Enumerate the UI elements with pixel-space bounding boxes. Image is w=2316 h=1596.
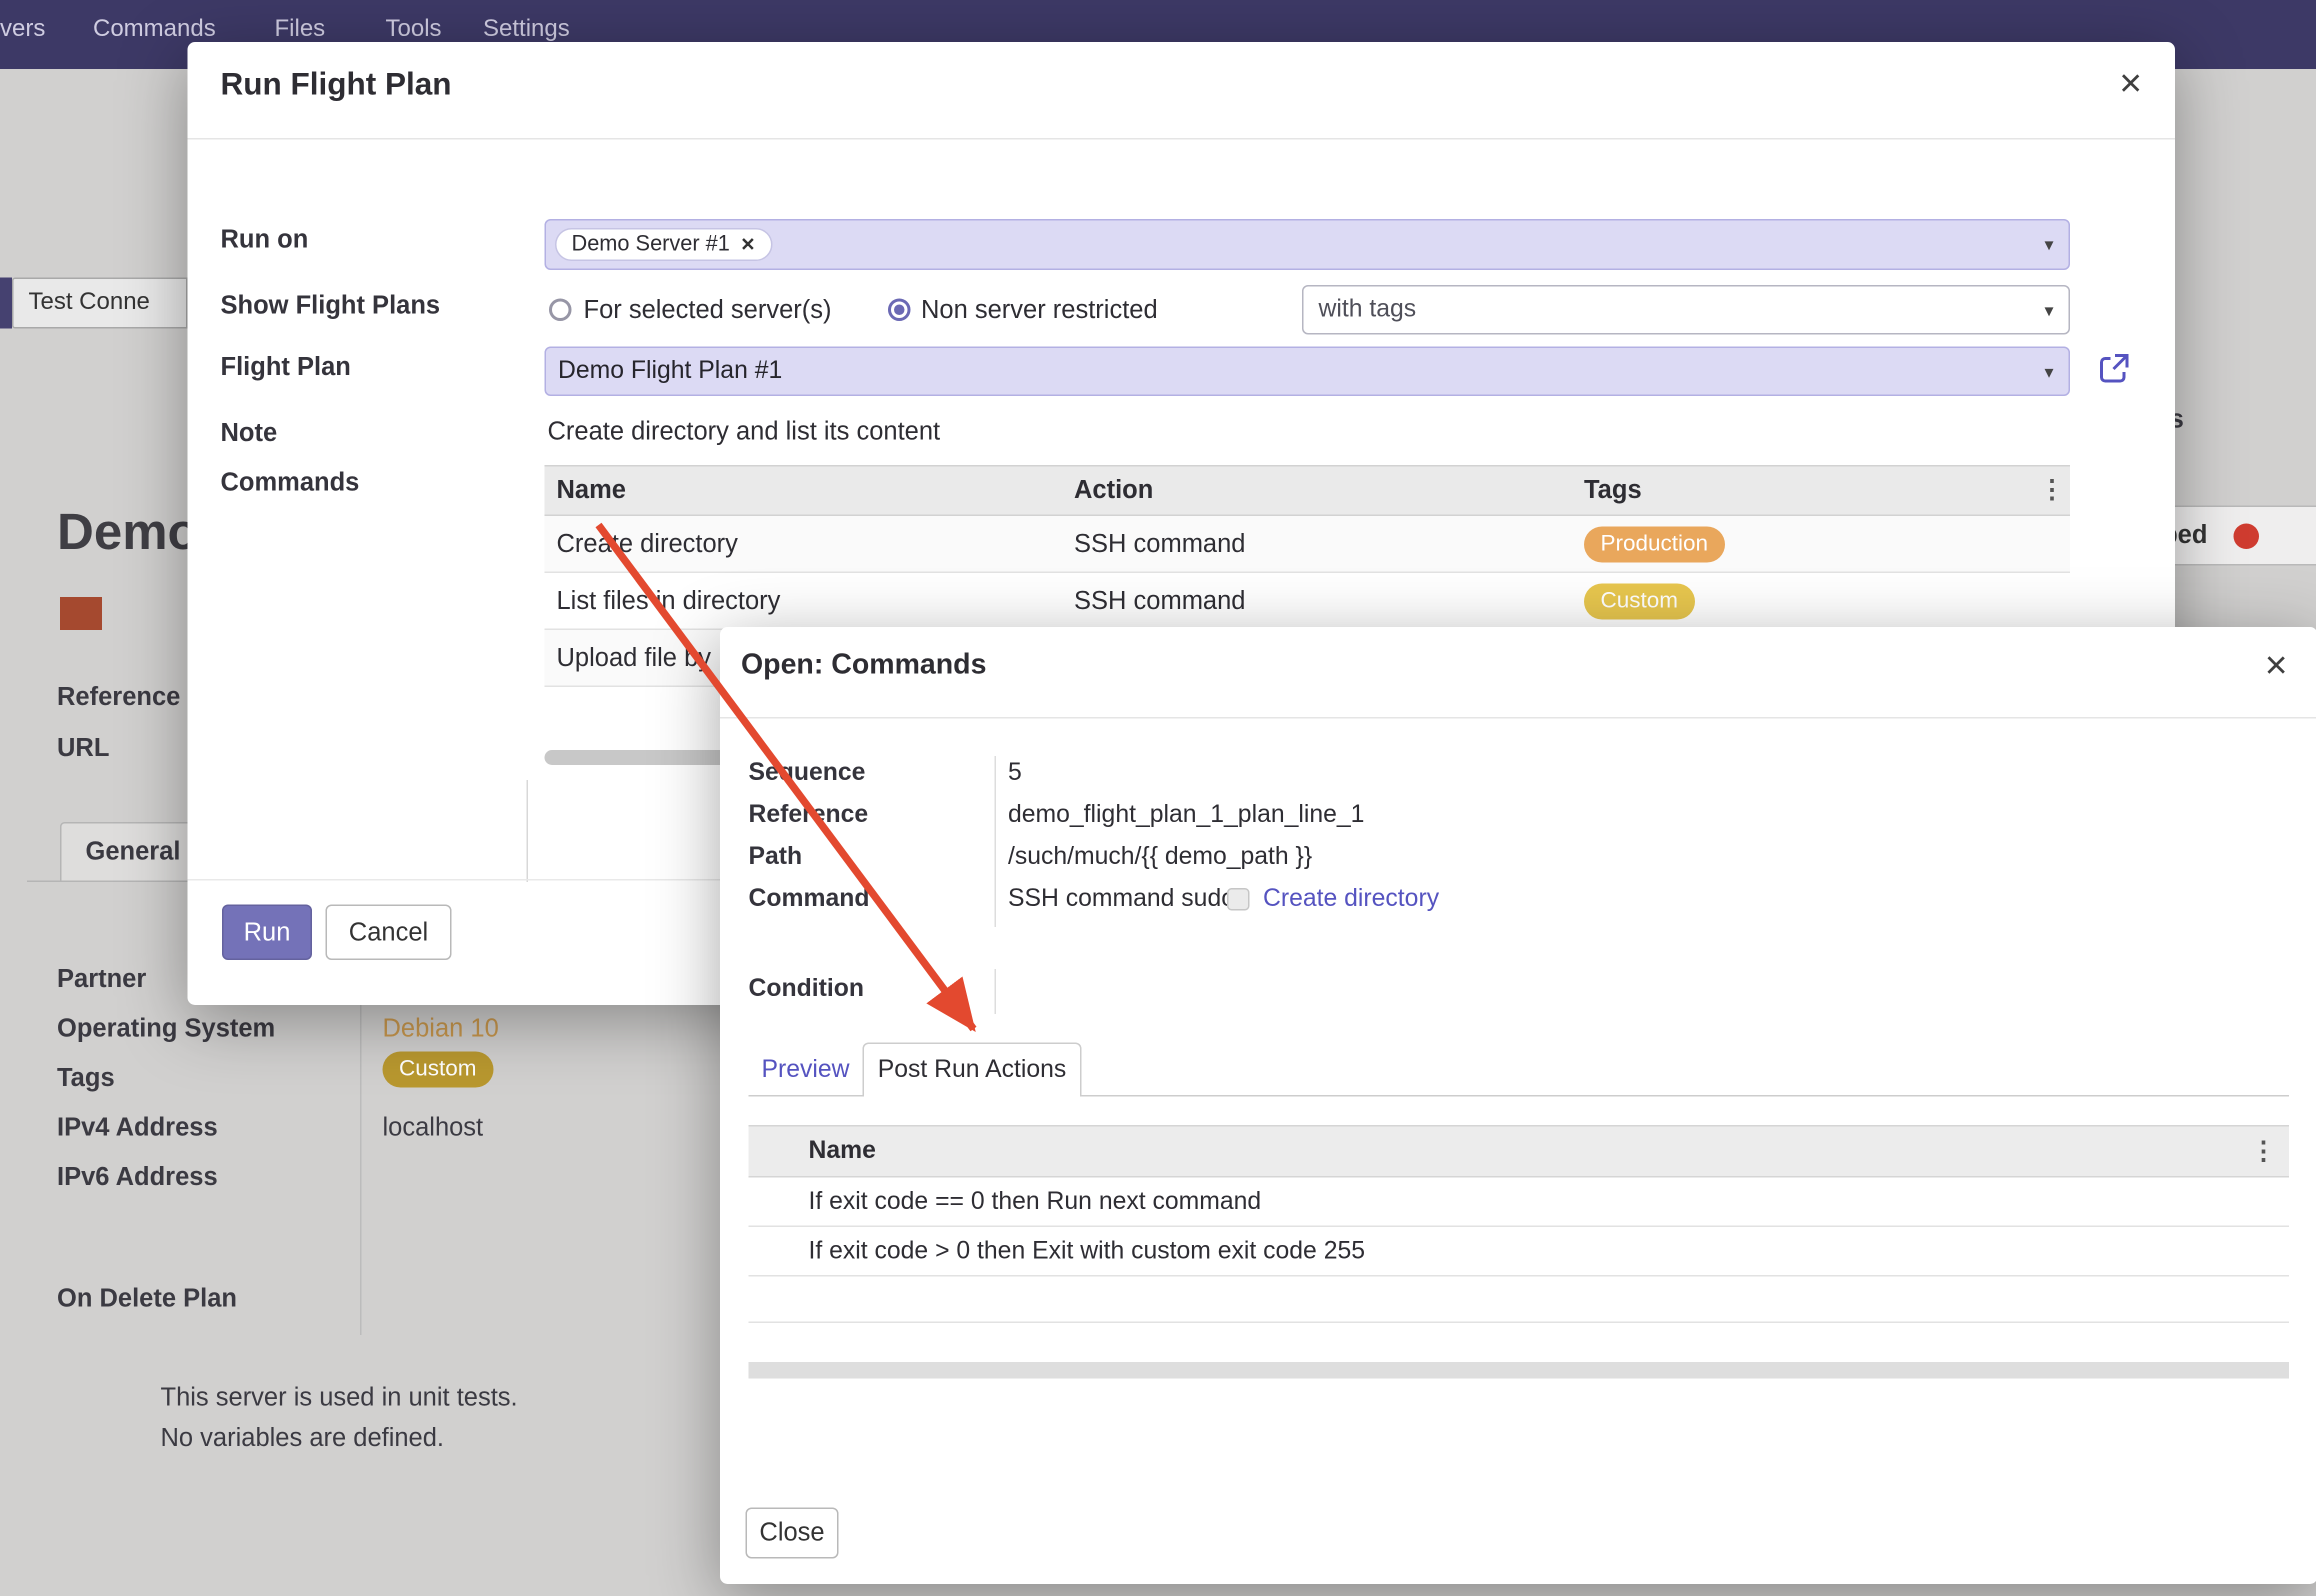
commands-table-header: Name Action Tags ⋮ — [545, 465, 2071, 516]
path-value: /such/much/{{ demo_path }} — [1008, 843, 1312, 872]
server-color-swatch[interactable] — [60, 597, 102, 630]
screen: vers Commands Files Tools Settings Test … — [0, 0, 2316, 1596]
tab-preview[interactable]: Preview — [749, 1043, 863, 1097]
no-variables-note: No variables are defined. — [161, 1424, 445, 1454]
modal-title: Run Flight Plan — [221, 68, 452, 104]
header-action[interactable]: Action — [1062, 476, 1572, 506]
table-row[interactable]: Create directory SSH command Production — [545, 516, 2071, 573]
create-directory-link[interactable]: Create directory — [1263, 885, 1439, 914]
empty-row — [749, 1277, 2290, 1324]
ipv6-label: IPv6 Address — [57, 1163, 218, 1193]
ipv4-value: localhost — [383, 1113, 484, 1143]
operating-system-value: Debian 10 — [383, 1014, 499, 1044]
row-name: List files in directory — [545, 586, 1063, 616]
test-connection-button[interactable]: Test Conne — [12, 278, 188, 329]
field-divider-line — [360, 960, 362, 1335]
chevron-down-icon: ▾ — [2044, 361, 2053, 382]
table-row[interactable]: If exit code == 0 then Run next command — [749, 1178, 2290, 1228]
header-divider — [720, 717, 2316, 719]
row-action: SSH command — [1062, 529, 1572, 559]
field-divider-line — [995, 969, 997, 1014]
sequence-label: Sequence — [749, 759, 866, 788]
reference-label: Reference — [749, 801, 869, 830]
unit-test-note: This server is used in unit tests. — [161, 1383, 518, 1413]
header-name[interactable]: Name — [545, 476, 1063, 506]
partner-label: Partner — [57, 965, 146, 995]
tags-filter-select[interactable]: with tags ▾ — [1302, 285, 2070, 335]
nav-item-servers[interactable]: vers — [0, 0, 45, 60]
chevron-down-icon: ▾ — [2044, 299, 2053, 320]
server-chip[interactable]: Demo Server #1 ✕ — [555, 228, 772, 261]
run-on-select[interactable]: Demo Server #1 ✕ ▾ — [545, 219, 2071, 270]
flight-plan-select[interactable]: Demo Flight Plan #1 ▾ — [545, 347, 2071, 397]
tags-label: Tags — [57, 1064, 115, 1094]
server-title: Demo — [57, 504, 199, 563]
path-label: Path — [749, 843, 803, 872]
tab-general[interactable]: General — [60, 822, 206, 882]
flight-plan-value: Demo Flight Plan #1 — [558, 357, 782, 386]
field-divider-line — [995, 756, 997, 927]
tags-filter-value: with tags — [1319, 296, 1417, 325]
tab-divider — [27, 881, 188, 883]
modal-title: Open: Commands — [741, 650, 986, 683]
operating-system-label: Operating System — [57, 1014, 275, 1044]
section-border — [527, 780, 529, 882]
close-button[interactable]: Close — [746, 1508, 839, 1559]
table-header: Name ⋮ — [749, 1125, 2290, 1178]
row-name: If exit code == 0 then Run next command — [809, 1187, 2239, 1216]
post-run-actions-table: Name ⋮ If exit code == 0 then Run next c… — [749, 1125, 2290, 1323]
server-tag-badge: Custom — [383, 1052, 494, 1088]
header-name[interactable]: Name — [809, 1137, 2239, 1166]
command-label: Command — [749, 885, 870, 914]
status-dot-icon — [2234, 524, 2260, 550]
tab-post-run-actions[interactable]: Post Run Actions — [863, 1043, 1082, 1097]
tag-badge: Custom — [1584, 583, 1695, 619]
clipped-button-edge — [0, 278, 12, 329]
radio-non-restricted[interactable] — [888, 299, 911, 322]
table-footer-strip — [749, 1362, 2290, 1379]
close-icon[interactable]: × — [2119, 63, 2142, 102]
header-divider — [188, 138, 2176, 140]
table-row[interactable]: If exit code > 0 then Exit with custom e… — [749, 1227, 2290, 1277]
row-name: Create directory — [545, 529, 1063, 559]
row-name: If exit code > 0 then Exit with custom e… — [809, 1237, 2239, 1266]
command-checkbox[interactable] — [1227, 888, 1250, 911]
on-delete-plan-label: On Delete Plan — [57, 1284, 237, 1314]
header-tags[interactable]: Tags — [1572, 476, 2034, 506]
radio-selected-servers[interactable] — [549, 299, 572, 322]
note-value: Create directory and list its content — [548, 417, 941, 447]
condition-label: Condition — [749, 975, 864, 1004]
reference-value: demo_flight_plan_1_plan_line_1 — [1008, 801, 1364, 830]
run-button[interactable]: Run — [222, 905, 312, 961]
chevron-down-icon: ▾ — [2044, 234, 2053, 255]
external-link-icon[interactable] — [2096, 351, 2132, 387]
column-options-icon[interactable]: ⋮ — [2034, 476, 2070, 506]
commands-label: Commands — [221, 468, 360, 498]
command-value: SSH command sudo — [1008, 885, 1235, 914]
ipv4-label: IPv4 Address — [57, 1113, 218, 1143]
show-flight-plans-label: Show Flight Plans — [221, 291, 441, 321]
run-on-label: Run on — [221, 225, 309, 255]
table-row[interactable]: List files in directory SSH command Cust… — [545, 573, 2071, 630]
open-commands-modal: Open: Commands × Sequence 5 Reference de… — [720, 627, 2316, 1584]
reference-label: Reference — [57, 683, 180, 713]
url-label: URL — [57, 734, 109, 764]
close-icon[interactable]: × — [2265, 645, 2288, 684]
note-label: Note — [221, 419, 278, 449]
chip-remove-icon[interactable]: ✕ — [740, 234, 755, 255]
sequence-value: 5 — [1008, 759, 1022, 788]
cancel-button[interactable]: Cancel — [326, 905, 452, 961]
tag-badge: Production — [1584, 526, 1725, 562]
server-chip-label: Demo Server #1 — [572, 233, 730, 257]
flight-plan-label: Flight Plan — [221, 353, 351, 383]
row-action: SSH command — [1062, 586, 1572, 616]
radio-non-restricted-label: Non server restricted — [921, 296, 1158, 326]
column-options-icon[interactable]: ⋮ — [2238, 1136, 2289, 1166]
radio-selected-servers-label: For selected server(s) — [584, 296, 832, 326]
